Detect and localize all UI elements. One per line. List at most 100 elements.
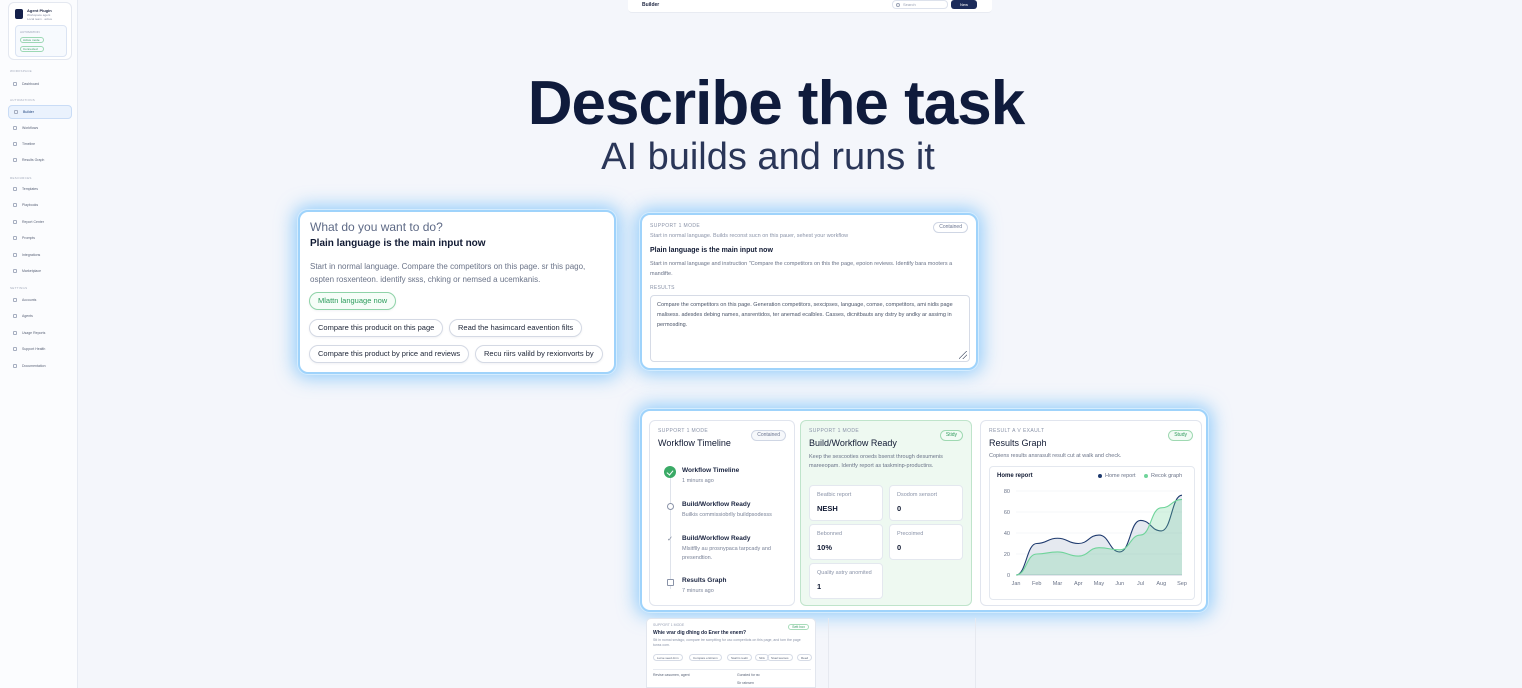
chip[interactable]: Ssalrm reebi [727, 654, 752, 661]
org-card[interactable]: Agent Plugin Workspace agent Local team … [8, 2, 72, 60]
status-pill-active[interactable]: Active mode [20, 37, 44, 43]
timeline-item-title: Build/Workflow Ready [682, 501, 751, 508]
x-tick-label: May [1094, 581, 1105, 587]
agent-icon [13, 314, 17, 318]
sidebar-item-accounts[interactable]: Accounts [8, 293, 72, 307]
x-tick-label: Jul [1137, 581, 1144, 587]
task-question[interactable]: What do you want to do? [310, 220, 443, 234]
check-circle-icon [664, 466, 676, 478]
new-button[interactable]: New [951, 0, 977, 9]
org-status-label: AUTOMATION [20, 30, 40, 34]
sidebar-item-documentation[interactable]: Documentation [8, 359, 72, 373]
sidebar-item-agents[interactable]: Agents [8, 309, 72, 323]
x-tick-label: Sep [1177, 581, 1187, 587]
stat-card: Beatbic report NESH [809, 485, 883, 521]
timeline-item-title: Results Graph [682, 577, 727, 584]
y-tick-label: 80 [1004, 489, 1010, 495]
x-tick-label: Jun [1115, 581, 1124, 587]
document-icon [667, 579, 674, 586]
x-tick-label: Aug [1156, 581, 1166, 587]
sidebar-item-report-center[interactable]: Report Center [8, 215, 72, 229]
suggestion-chip[interactable]: Compare this product by price and review… [309, 345, 470, 363]
panel-title: Workflow Timeline [658, 438, 731, 448]
stat-card: Quality astry anomited 1 [809, 563, 883, 599]
chart-icon [13, 331, 17, 335]
chip[interactable]: Lurse seed dnm [653, 654, 683, 661]
card-tag: SUPPORT 1 MODE [653, 623, 685, 627]
panel-tag: SUPPORT 1 MODE [658, 428, 709, 434]
sidebar-item-support-health[interactable]: Support Health [8, 342, 72, 356]
suggestion-chip[interactable]: Recu riirs valild by rexionvorts by [475, 345, 603, 363]
store-icon [13, 269, 17, 273]
chip[interactable]: Stuel teamos [767, 654, 793, 661]
heart-icon [13, 347, 17, 351]
results-chart[interactable]: Home report Home report Recok graph 0 20 4… [989, 466, 1195, 600]
y-tick-label: 0 [1007, 573, 1010, 579]
status-pill-connected[interactable]: Connected [20, 46, 44, 52]
sidebar-item-usage-reports[interactable]: Usage Reports [8, 326, 72, 340]
panel-title: Build/Workflow Ready [809, 438, 897, 448]
sidebar-item-integrations[interactable]: Integrations [8, 248, 72, 262]
sidebar-item-playbooks[interactable]: Playbooks [8, 198, 72, 212]
divider [653, 669, 811, 670]
timeline-item-time: 7 minurs ago [682, 588, 714, 594]
timeline-item-title: Workflow Timeline [682, 467, 740, 474]
panel-tag: SUPPORT 1 MODE [809, 428, 860, 434]
results-label: RESULTS [650, 285, 675, 291]
x-tick-label: Feb [1032, 581, 1041, 587]
chart-plot: 0 20 40 60 80 Jan Feb Mar Apr May Jun Jul Aug Sep [1004, 489, 1187, 587]
stat-card: Precoimed 0 [889, 524, 963, 560]
suggestion-chip[interactable]: Read the hasimcard eavention filts [449, 319, 583, 337]
search-input[interactable]: Search [892, 0, 948, 9]
timeline-line [670, 477, 671, 589]
prompt-icon [13, 236, 17, 240]
suggestion-chip[interactable]: Compare this producit on this page [309, 319, 444, 337]
x-tick-label: Jan [1012, 581, 1021, 587]
search-placeholder: Search [903, 2, 916, 7]
suggestion-chip-active[interactable]: Mlattn language now [309, 292, 397, 310]
workflow-card: SUPPORT 1 MODE Workflow Timeline Contain… [640, 409, 1208, 612]
search-icon [896, 3, 900, 7]
row-label: Revise casumen, аgеnt [653, 673, 690, 677]
panel-description: Keep the sescooties oroeds bsenst throug… [809, 454, 943, 469]
status-badge: Contained [933, 222, 968, 233]
results-graph-panel: RESULT A V EXAULT Results Graph Study Co… [980, 420, 1202, 606]
report-icon [13, 220, 17, 224]
top-bar: Builder Search New [628, 0, 992, 13]
sidebar-item-label: Playbooks [22, 203, 39, 207]
stat-label: Dsodom sensort [897, 492, 938, 498]
sidebar-item-label: Documentation [22, 364, 46, 368]
stat-label: Bebonned [817, 531, 843, 537]
status-badge: Stidy [939, 430, 963, 441]
chip[interactable]: Reed [797, 654, 813, 661]
hero-subtitle: AI builds and runs it [601, 136, 935, 178]
stat-label: Precoimed [897, 531, 924, 537]
sidebar-item-marketplace[interactable]: Marketplace [8, 264, 72, 278]
status-badge: Contained [751, 430, 786, 441]
doc-icon [13, 364, 17, 368]
plug-icon [13, 253, 17, 257]
stat-card: Dsodom sensort 0 [889, 485, 963, 521]
stat-value: 1 [817, 582, 822, 591]
timeline-panel: SUPPORT 1 MODE Workflow Timeline Contain… [649, 420, 795, 606]
task-input-card[interactable]: What do you want to do? Plain language i… [298, 210, 616, 374]
results-text: Compare the competitors on this page. Ge… [657, 302, 953, 328]
sidebar-item-label: Accounts [22, 298, 37, 302]
secondary-card: SUPPORT 1 MODE Whie vrar dig dhing do En… [646, 618, 816, 688]
mode-description: Start in normal language and instruction… [650, 261, 953, 277]
sidebar-section-settings: SETTINGS [10, 286, 28, 290]
sidebar-item-label: Prompts [22, 236, 36, 240]
panel-title: Results Graph [989, 438, 1047, 448]
x-tick-label: Mar [1053, 581, 1063, 587]
results-textarea[interactable]: Compare the competitors on this page. Ge… [650, 295, 970, 362]
resize-handle-icon[interactable] [959, 351, 967, 359]
sidebar-item-prompts[interactable]: Prompts [8, 231, 72, 245]
circle-icon [667, 503, 674, 510]
sidebar-item-templates[interactable]: Templates [8, 182, 72, 196]
mode-hint: Start in normal language. Builds reconst… [650, 233, 849, 239]
y-tick-label: 60 [1004, 510, 1010, 516]
workflow-ready-panel: SUPPORT 1 MODE Build/Workflow Ready Stid… [800, 420, 972, 606]
chip[interactable]: Compare erstinom [689, 654, 722, 661]
hero-title: Describe the task [527, 69, 1025, 138]
status-badge: Study [1168, 430, 1193, 441]
